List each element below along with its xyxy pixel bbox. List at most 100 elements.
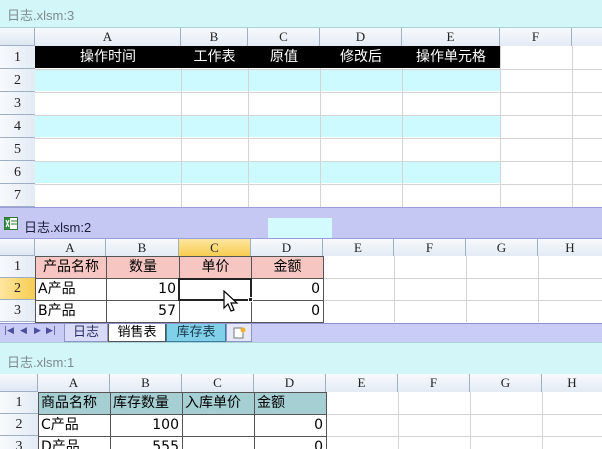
grid-line <box>398 392 399 449</box>
stock-cell-amount[interactable]: 0 <box>254 414 327 437</box>
fill-handle[interactable] <box>248 297 253 302</box>
column-header-g[interactable]: G <box>466 239 538 256</box>
next-sheet-icon[interactable]: ▶ <box>34 326 41 336</box>
row-header-1[interactable]: 1 <box>0 392 38 414</box>
sheet-tab-log[interactable]: 日志 <box>64 324 108 342</box>
sales-cell-price[interactable] <box>179 300 252 323</box>
stock-cell-amount[interactable]: 0 <box>254 436 327 449</box>
sheet-tab-bar: |◀ ◀ ▶ ▶| 日志 销售表 库存表 <box>0 323 602 342</box>
column-header-b[interactable]: B <box>110 374 182 392</box>
sheet-tab-sales[interactable]: 销售表 <box>108 324 166 342</box>
grid-line <box>35 115 602 116</box>
column-header-b[interactable]: B <box>106 239 179 256</box>
column-header-c[interactable]: C <box>179 239 251 256</box>
column-header-c[interactable]: C <box>182 374 254 392</box>
grid-line <box>402 46 403 207</box>
row-header-6[interactable]: 6 <box>0 161 35 184</box>
stock-header-product[interactable]: 商品名称 <box>38 392 111 415</box>
column-header-d[interactable]: D <box>251 239 323 256</box>
sheet-tab-inventory[interactable]: 库存表 <box>166 324 226 342</box>
stock-header-price[interactable]: 入库单价 <box>182 392 255 415</box>
grid-line <box>35 138 602 139</box>
select-all-corner[interactable] <box>0 239 35 256</box>
stock-cell-product[interactable]: C产品 <box>38 414 111 437</box>
sales-cell-quantity[interactable]: 57 <box>106 300 180 323</box>
stock-cell-price[interactable] <box>182 414 255 437</box>
stock-cell-quantity[interactable]: 555 <box>110 436 183 449</box>
row-header-2[interactable]: 2 <box>0 69 35 92</box>
column-header-f[interactable]: F <box>500 28 572 46</box>
first-sheet-icon[interactable]: |◀ <box>4 326 14 336</box>
row-header-4[interactable]: 4 <box>0 115 35 138</box>
log-band-row-2 <box>35 70 500 91</box>
column-header-a[interactable]: A <box>35 28 181 46</box>
grid-line <box>326 414 602 415</box>
log-header-cell[interactable]: 操作单元格 <box>402 48 500 66</box>
row-header-1[interactable]: 1 <box>0 256 35 278</box>
window-log-3[interactable]: 日志.xlsm:3 A B C D E F 1 2 3 4 5 6 7 操作时间… <box>0 0 602 209</box>
title-placeholder-box <box>268 218 332 238</box>
select-all-corner[interactable] <box>0 374 38 392</box>
stock-header-quantity[interactable]: 库存数量 <box>110 392 183 415</box>
grid-line <box>538 256 539 322</box>
grid-line <box>500 46 501 207</box>
sales-header-product[interactable]: 产品名称 <box>35 256 107 279</box>
column-header-h[interactable]: H <box>542 374 602 392</box>
sales-cell-product[interactable]: B产品 <box>35 300 107 323</box>
column-header-f[interactable]: F <box>394 239 466 256</box>
row-header-3[interactable]: 3 <box>0 300 35 322</box>
column-header-blank <box>572 28 602 46</box>
row-header-3[interactable]: 3 <box>0 436 38 449</box>
column-header-e[interactable]: E <box>323 239 394 256</box>
row-header-5[interactable]: 5 <box>0 138 35 161</box>
row-header-2[interactable]: 2 <box>0 414 38 436</box>
window-log-1[interactable]: 日志.xlsm:1 A B C D E F G H 1 2 3 商品名称 库存数… <box>0 342 602 449</box>
stock-cell-price[interactable] <box>182 436 255 449</box>
column-header-f[interactable]: F <box>398 374 470 392</box>
last-sheet-icon[interactable]: ▶| <box>46 326 56 336</box>
sales-header-amount[interactable]: 金额 <box>251 256 324 279</box>
log-band-row-4 <box>35 116 500 137</box>
stock-cell-product[interactable]: D产品 <box>38 436 111 449</box>
row-header-1[interactable]: 1 <box>0 46 35 69</box>
row-header-3[interactable]: 3 <box>0 92 35 115</box>
grid-line <box>35 161 602 162</box>
grid-line <box>466 256 467 322</box>
window-title-bar[interactable]: 日志.xlsm:1 <box>0 342 602 374</box>
sales-cell-amount[interactable]: 0 <box>251 278 324 301</box>
stock-cell-quantity[interactable]: 100 <box>110 414 183 437</box>
stock-header-amount[interactable]: 金额 <box>254 392 327 415</box>
column-header-e[interactable]: E <box>326 374 398 392</box>
insert-sheet-icon[interactable] <box>226 324 252 342</box>
column-header-b[interactable]: B <box>181 28 248 46</box>
sales-header-quantity[interactable]: 数量 <box>106 256 180 279</box>
column-header-d[interactable]: D <box>320 28 402 46</box>
sales-cell-amount[interactable]: 0 <box>251 300 324 323</box>
active-cell-selection[interactable] <box>178 278 252 301</box>
row-header-2[interactable]: 2 <box>0 278 35 300</box>
log-band-row-6 <box>35 162 500 183</box>
column-header-g[interactable]: G <box>470 374 542 392</box>
sales-header-price[interactable]: 单价 <box>179 256 252 279</box>
sales-cell-product[interactable]: A产品 <box>35 278 107 301</box>
window-title-bar[interactable]: 日志.xlsm:2 <box>0 207 602 239</box>
window-title: 日志.xlsm:1 <box>7 355 75 370</box>
log-header-old-value[interactable]: 原值 <box>248 48 320 66</box>
sales-cell-quantity[interactable]: 10 <box>106 278 180 301</box>
prev-sheet-icon[interactable]: ◀ <box>20 326 27 336</box>
log-header-time[interactable]: 操作时间 <box>35 48 181 66</box>
mouse-cursor-icon <box>223 290 239 312</box>
row-header-7[interactable]: 7 <box>0 184 35 207</box>
grid-line <box>320 46 321 207</box>
column-header-a[interactable]: A <box>35 239 106 256</box>
grid-line <box>326 436 602 437</box>
column-header-c[interactable]: C <box>248 28 320 46</box>
column-header-d[interactable]: D <box>254 374 326 392</box>
select-all-corner[interactable] <box>0 28 35 46</box>
log-header-sheet[interactable]: 工作表 <box>181 48 248 66</box>
log-header-new-value[interactable]: 修改后 <box>320 48 402 66</box>
column-header-e[interactable]: E <box>402 28 500 46</box>
window-title-bar[interactable]: 日志.xlsm:3 <box>0 0 602 28</box>
column-header-h[interactable]: H <box>538 239 602 256</box>
column-header-a[interactable]: A <box>38 374 110 392</box>
